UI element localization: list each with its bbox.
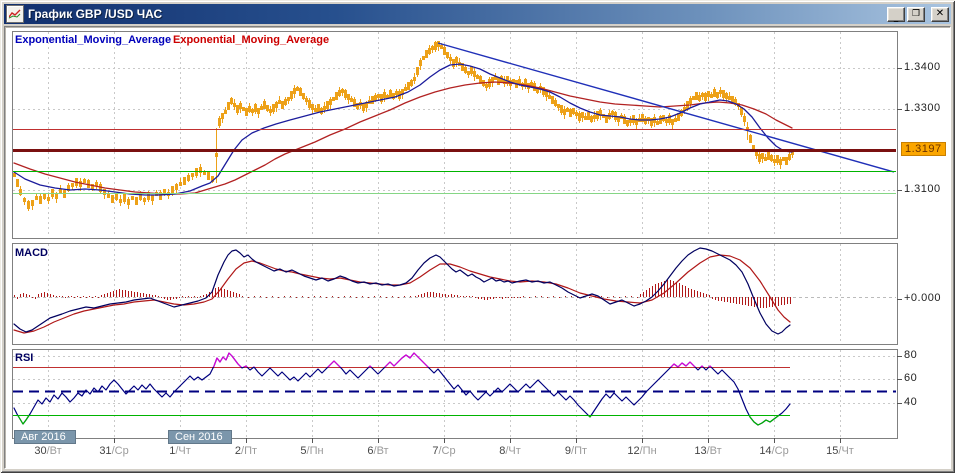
chart-window: График GBP /USD ЧАС _ ❐ ✕ Exponential_Mo…	[0, 0, 955, 473]
macd-axis-label: +0.000	[904, 292, 941, 304]
rsi-axis-label: 60	[904, 372, 918, 384]
x-axis-label: 12/Пн	[627, 445, 657, 457]
x-axis-label: 13/Вт	[694, 445, 722, 457]
x-axis-label: 8/Чт	[499, 445, 521, 457]
x-axis-label: 15/Чт	[826, 445, 854, 457]
price-axis-label: 1.3197	[901, 142, 946, 156]
price-chart-panel[interactable]	[12, 31, 897, 238]
macd-panel[interactable]	[12, 243, 897, 344]
rsi-panel[interactable]	[12, 349, 897, 438]
x-axis-label: 6/Вт	[367, 445, 389, 457]
x-axis-label: 14/Ср	[759, 445, 789, 457]
rsi-axis-label: 40	[904, 396, 918, 408]
x-axis-label: 2/Пт	[234, 445, 258, 457]
price-axis-label: 1.3400	[904, 61, 941, 73]
x-axis-label: 7/Ср	[432, 445, 456, 457]
rsi-axis-label: 80	[904, 349, 918, 361]
x-axis-label: 31/Ср	[99, 445, 129, 457]
price-axis-label: 1.3300	[904, 102, 941, 114]
x-axis-label: 9/Пт	[564, 445, 588, 457]
price-axis-label: 1.3100	[904, 183, 941, 195]
x-axis-label: 30/Вт	[34, 445, 62, 457]
x-axis-label: 1/Чт	[169, 445, 191, 457]
x-axis-label: 5/Пн	[300, 445, 324, 457]
